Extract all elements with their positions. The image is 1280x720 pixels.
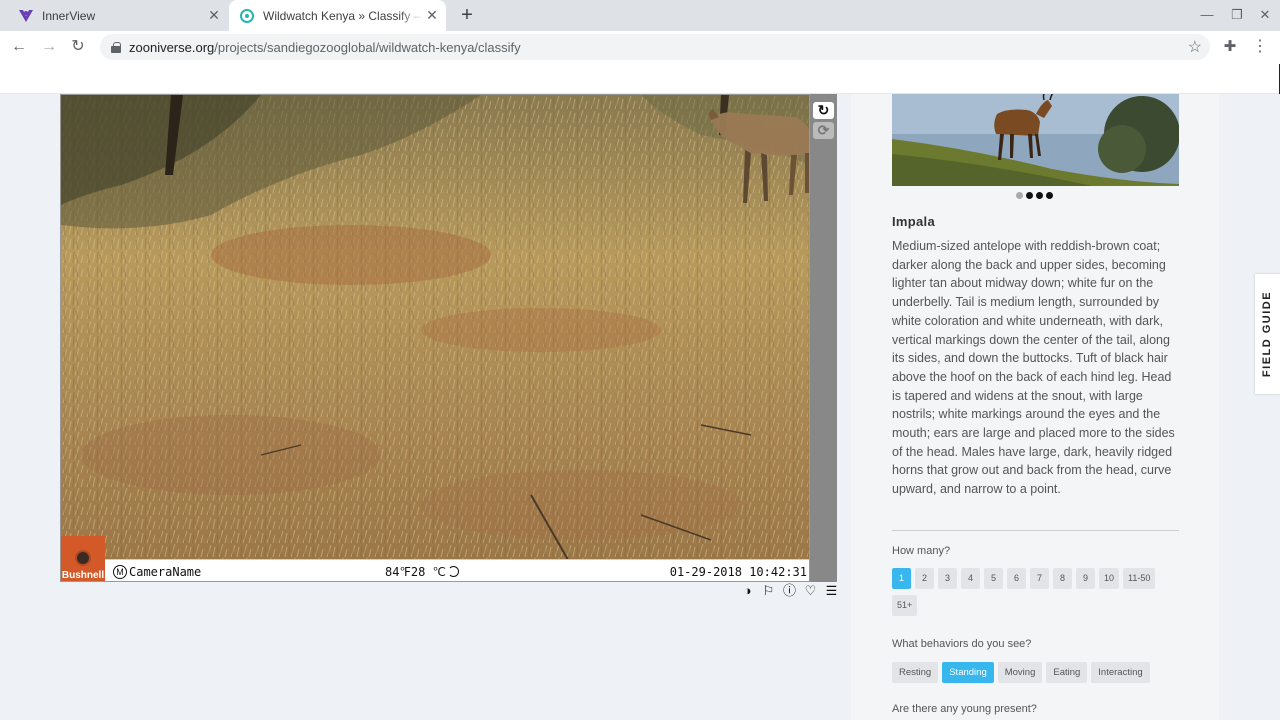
- address-bar[interactable]: zooniverse.org/projects/sandiegozoogloba…: [100, 34, 1210, 60]
- rotate-icon[interactable]: ↻: [813, 102, 834, 119]
- count-option-5[interactable]: 5: [984, 568, 1003, 589]
- restore-icon[interactable]: ❐: [1228, 6, 1246, 24]
- count-option-4[interactable]: 4: [961, 568, 980, 589]
- info-icon[interactable]: ⓘ: [782, 583, 797, 599]
- site-header-bar: [0, 63, 1280, 94]
- count-option-11-50[interactable]: 11-50: [1123, 568, 1156, 589]
- task-panel: Impala Medium-sized antelope with reddis…: [851, 94, 1219, 720]
- innerview-favicon-icon: [18, 8, 34, 24]
- tab-title: Wildwatch Kenya » Classify — Zo: [263, 8, 423, 23]
- count-option-6[interactable]: 6: [1007, 568, 1026, 589]
- behavior-interacting[interactable]: Interacting: [1091, 662, 1150, 683]
- flag-icon[interactable]: ⚐: [761, 583, 776, 599]
- tab-innerview[interactable]: InnerView ✕: [8, 0, 228, 31]
- extensions-icon[interactable]: ✚: [1220, 37, 1240, 57]
- behavior-standing[interactable]: Standing: [942, 662, 994, 683]
- count-option-10[interactable]: 10: [1099, 568, 1120, 589]
- contrast-icon[interactable]: ◑: [740, 583, 755, 599]
- tab-wildwatch[interactable]: Wildwatch Kenya » Classify — Zo ✕: [229, 0, 446, 31]
- lock-icon: [111, 41, 121, 53]
- temperature-readout: 84℉28 ℃: [385, 565, 460, 579]
- tab-title: InnerView: [42, 8, 96, 23]
- count-option-51plus[interactable]: 51+: [892, 595, 918, 616]
- forward-icon[interactable]: →: [39, 37, 59, 57]
- minimize-icon[interactable]: —: [1198, 6, 1216, 24]
- how-many-label: How many?: [892, 545, 951, 557]
- bookmark-star-icon[interactable]: ☆: [1188, 37, 1202, 57]
- divider: [892, 530, 1179, 531]
- zooniverse-favicon-icon: [239, 8, 255, 24]
- behaviors-label: What behaviors do you see?: [892, 638, 1032, 650]
- how-many-options-row2: 51+: [892, 595, 1182, 616]
- bushnell-logo: Bushnell: [61, 536, 105, 581]
- browser-tabstrip: InnerView ✕ Wildwatch Kenya » Classify —…: [0, 0, 1280, 31]
- close-window-icon[interactable]: ✕: [1256, 6, 1274, 24]
- count-option-2[interactable]: 2: [915, 568, 934, 589]
- behavior-eating[interactable]: Eating: [1046, 662, 1088, 683]
- species-description: Medium-sized antelope with reddish-brown…: [892, 239, 1175, 497]
- count-option-9[interactable]: 9: [1076, 568, 1095, 589]
- how-many-options: 1 2 3 4 5 6 7 8 9 10 11-50: [892, 568, 1182, 589]
- new-tab-button[interactable]: +: [456, 5, 478, 27]
- camera-name: M CameraName: [113, 565, 201, 579]
- reset-view-icon[interactable]: ⟳: [813, 122, 834, 139]
- subject-viewer[interactable]: Bushnell M CameraName 84℉28 ℃ 01-29-2018…: [60, 94, 810, 582]
- species-example-image: [892, 94, 1179, 186]
- count-option-8[interactable]: 8: [1053, 568, 1072, 589]
- species-name: Impala: [892, 214, 935, 229]
- moultrie-logo-icon: M: [113, 565, 127, 579]
- menu-kebab-icon[interactable]: ⋮: [1250, 37, 1270, 57]
- reload-icon[interactable]: ↻: [68, 37, 88, 57]
- field-guide-tab[interactable]: FIELD GUIDE: [1255, 274, 1280, 394]
- classify-page: Bushnell M CameraName 84℉28 ℃ 01-29-2018…: [0, 94, 1280, 720]
- heart-icon[interactable]: ♡: [803, 583, 818, 599]
- camera-info-strip: Bushnell M CameraName 84℉28 ℃ 01-29-2018…: [61, 536, 809, 581]
- count-option-3[interactable]: 3: [938, 568, 957, 589]
- back-icon[interactable]: ←: [9, 37, 29, 57]
- behavior-moving[interactable]: Moving: [997, 662, 1043, 683]
- date-time-stamp: 01-29-2018 10:42:31: [669, 565, 807, 579]
- url-text: zooniverse.org/projects/sandiegozoogloba…: [129, 39, 521, 55]
- carousel-dot[interactable]: [1036, 192, 1043, 199]
- subject-toolbar: ◑ ⚐ ⓘ ♡ ☰: [740, 583, 839, 599]
- count-option-7[interactable]: 7: [1030, 568, 1049, 589]
- young-present-label: Are there any young present?: [892, 703, 1037, 715]
- carousel-dot[interactable]: [1046, 192, 1053, 199]
- close-tab-icon[interactable]: ✕: [206, 7, 222, 23]
- behavior-options: Resting Standing Moving Eating Interacti…: [892, 662, 1182, 683]
- count-option-1[interactable]: 1: [892, 568, 911, 589]
- moon-phase-icon: [448, 566, 460, 577]
- collections-list-icon[interactable]: ☰: [824, 583, 839, 599]
- viewer-side-strip: [810, 94, 837, 582]
- close-tab-icon[interactable]: ✕: [424, 7, 440, 23]
- carousel-dot[interactable]: [1016, 192, 1023, 199]
- carousel-dot[interactable]: [1026, 192, 1033, 199]
- behavior-resting[interactable]: Resting: [892, 662, 939, 683]
- image-carousel-dots[interactable]: [1016, 192, 1053, 199]
- browser-toolbar: ← → ↻ zooniverse.org/projects/sandiegozo…: [0, 31, 1280, 63]
- camera-trap-photo: [61, 95, 809, 559]
